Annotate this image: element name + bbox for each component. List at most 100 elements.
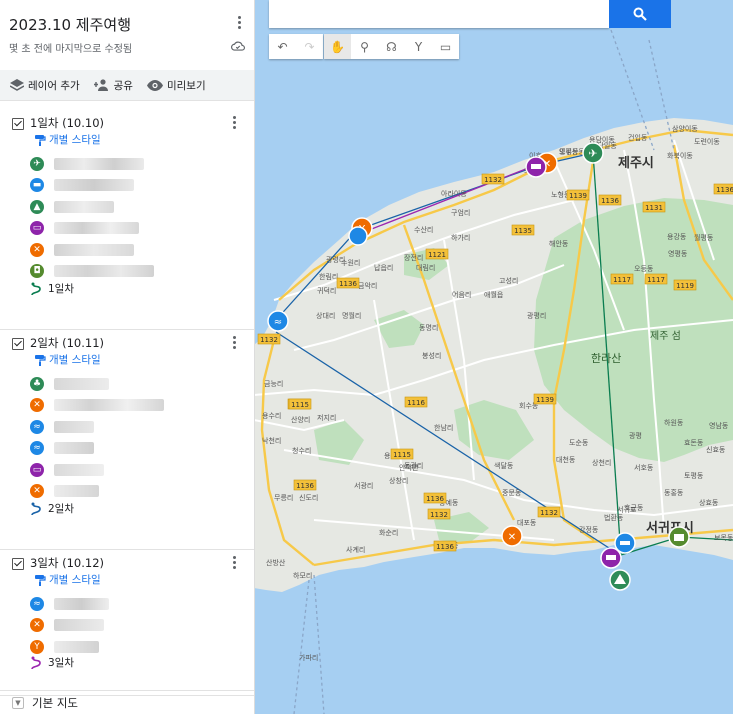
list-item[interactable]: ✕ xyxy=(30,397,230,413)
road-number-badge: 1136 xyxy=(433,540,457,552)
route-day1[interactable]: 1일차 xyxy=(30,281,74,296)
place-label: 신효동 xyxy=(706,445,726,454)
list-item[interactable]: ▲ xyxy=(30,199,230,215)
undo-icon[interactable]: ↶ xyxy=(269,34,296,59)
map-canvas[interactable]: 제주시 서귀포시 한라산 제주 섬 도두동 용담이동 용담일동 건입동 삼양이동 도련이동… xyxy=(254,0,733,714)
car-icon: ▬ xyxy=(30,178,44,192)
place-label: 어음리 xyxy=(452,290,471,299)
map-options-icon[interactable] xyxy=(231,13,247,31)
marker-mountain[interactable] xyxy=(609,569,631,591)
place-label: 명월리 xyxy=(342,311,361,320)
redacted-place-name xyxy=(54,158,144,170)
map-title[interactable]: 2023.10 제주여행 xyxy=(9,14,131,35)
share-button[interactable]: 공유 xyxy=(93,78,133,93)
route-day3[interactable]: 3일차 xyxy=(30,655,74,670)
svg-text:1139: 1139 xyxy=(536,396,554,404)
route-day1-label: 1일차 xyxy=(48,283,75,295)
layer-day3-options-icon[interactable] xyxy=(226,553,242,571)
layer-day1-options-icon[interactable] xyxy=(226,113,242,131)
preview-label: 미리보기 xyxy=(166,79,206,92)
marker-swim[interactable] xyxy=(348,226,368,246)
list-item[interactable]: ♣ xyxy=(30,376,230,392)
hand-pan-icon[interactable]: ✋ xyxy=(324,34,351,59)
layer-day2-options-icon[interactable] xyxy=(226,333,242,351)
layer-day1-name[interactable]: 1일차 (10.10) xyxy=(30,115,104,131)
road-number-badge: 1117 xyxy=(644,273,668,285)
road-number-badge: 1115 xyxy=(288,398,312,410)
search-button[interactable] xyxy=(609,0,671,28)
marker-restaurant-south[interactable]: ✕ xyxy=(501,525,523,547)
place-label: 산방산 xyxy=(266,558,286,567)
layer-day3-style-label: 개별 스타일 xyxy=(49,574,101,586)
route-icon xyxy=(31,502,41,515)
list-item[interactable]: ✕ xyxy=(30,483,230,499)
marker-airport[interactable]: ✈ xyxy=(582,142,604,164)
redacted-place-name xyxy=(54,378,109,390)
draw-line-icon[interactable]: ☊ xyxy=(378,34,405,59)
list-item[interactable]: ✕ xyxy=(30,617,230,633)
place-label: 도련이동 xyxy=(694,137,720,146)
layer-day3-style-link[interactable]: 개별 스타일 xyxy=(34,572,101,587)
layer-day1-checkbox[interactable] xyxy=(12,118,24,130)
marker-swim-hyeopjae[interactable]: ≈ xyxy=(267,310,289,332)
list-item[interactable]: ▭ xyxy=(30,462,230,478)
place-label: 중문동 xyxy=(502,489,522,497)
add-marker-icon[interactable]: ⚲ xyxy=(351,34,378,59)
place-label: 청수리 xyxy=(292,446,311,455)
search-input[interactable] xyxy=(269,0,609,28)
layer-day3-name[interactable]: 3일차 (10.12) xyxy=(30,555,104,571)
route-day3-label: 3일차 xyxy=(48,657,75,669)
redacted-place-name xyxy=(54,485,99,497)
place-label: 동홍동 xyxy=(664,488,684,497)
route-day2[interactable]: 2일차 xyxy=(30,501,74,516)
road-number-badge: 1136 xyxy=(423,492,447,504)
layers-icon xyxy=(10,79,24,91)
place-label: 보목동 xyxy=(714,534,733,542)
redacted-place-name xyxy=(54,442,94,454)
mountain-icon: ▲ xyxy=(30,200,44,214)
svg-text:1132: 1132 xyxy=(430,511,448,519)
marker-shopping[interactable] xyxy=(668,526,690,548)
place-label: 신도리 xyxy=(299,493,318,502)
place-label: 대천동 xyxy=(556,455,576,464)
layer-day2-checkbox[interactable] xyxy=(12,338,24,350)
basemap-toggle[interactable]: ▼ 기본 지도 xyxy=(0,690,254,714)
basemap-label: 기본 지도 xyxy=(32,696,78,710)
layer-day3-checkbox[interactable] xyxy=(12,558,24,570)
directions-icon[interactable]: Y xyxy=(405,34,432,59)
cocktail-icon: Y xyxy=(30,640,44,654)
marker-hotel-south[interactable] xyxy=(600,547,622,569)
place-label: 영평동 xyxy=(668,249,688,258)
paint-roller-icon xyxy=(35,574,46,586)
panel-toolbar: 레이어 추가 공유 미리보기 xyxy=(0,70,254,101)
cloud-saved-icon xyxy=(231,41,245,51)
redo-icon[interactable]: ↷ xyxy=(296,34,323,59)
route-icon xyxy=(31,656,41,669)
list-item[interactable]: ▬ xyxy=(30,177,230,193)
place-label: 도순동 xyxy=(569,439,589,447)
list-item[interactable]: ✕ xyxy=(30,242,230,258)
add-layer-button[interactable]: 레이어 추가 xyxy=(10,78,80,93)
place-label: 효돈동 xyxy=(684,439,704,447)
preview-button[interactable]: 미리보기 xyxy=(146,78,206,93)
place-label: 대포동 xyxy=(517,519,537,527)
paint-roller-icon xyxy=(35,134,46,146)
place-label: 장전리 xyxy=(404,253,423,262)
list-item[interactable]: ◘ xyxy=(30,263,230,279)
layer-day1-style-link[interactable]: 개별 스타일 xyxy=(34,132,101,147)
svg-text:1136: 1136 xyxy=(601,197,619,205)
list-item[interactable]: ≈ xyxy=(30,596,230,612)
road-number-badge: 1119 xyxy=(673,279,697,291)
ruler-icon[interactable]: ▭ xyxy=(432,34,459,59)
list-item[interactable]: ✈ xyxy=(30,156,230,172)
marker-hotel[interactable] xyxy=(525,156,547,178)
svg-text:1119: 1119 xyxy=(676,282,694,290)
list-item[interactable]: Y xyxy=(30,639,230,655)
restaurant-icon: ✕ xyxy=(30,243,44,257)
list-item[interactable]: ≈ xyxy=(30,440,230,456)
layer-day2-name[interactable]: 2일차 (10.11) xyxy=(30,335,104,351)
layer-day2-style-link[interactable]: 개별 스타일 xyxy=(34,352,101,367)
list-item[interactable]: ≈ xyxy=(30,419,230,435)
redacted-place-name xyxy=(54,619,104,631)
list-item[interactable]: ▭ xyxy=(30,220,230,236)
